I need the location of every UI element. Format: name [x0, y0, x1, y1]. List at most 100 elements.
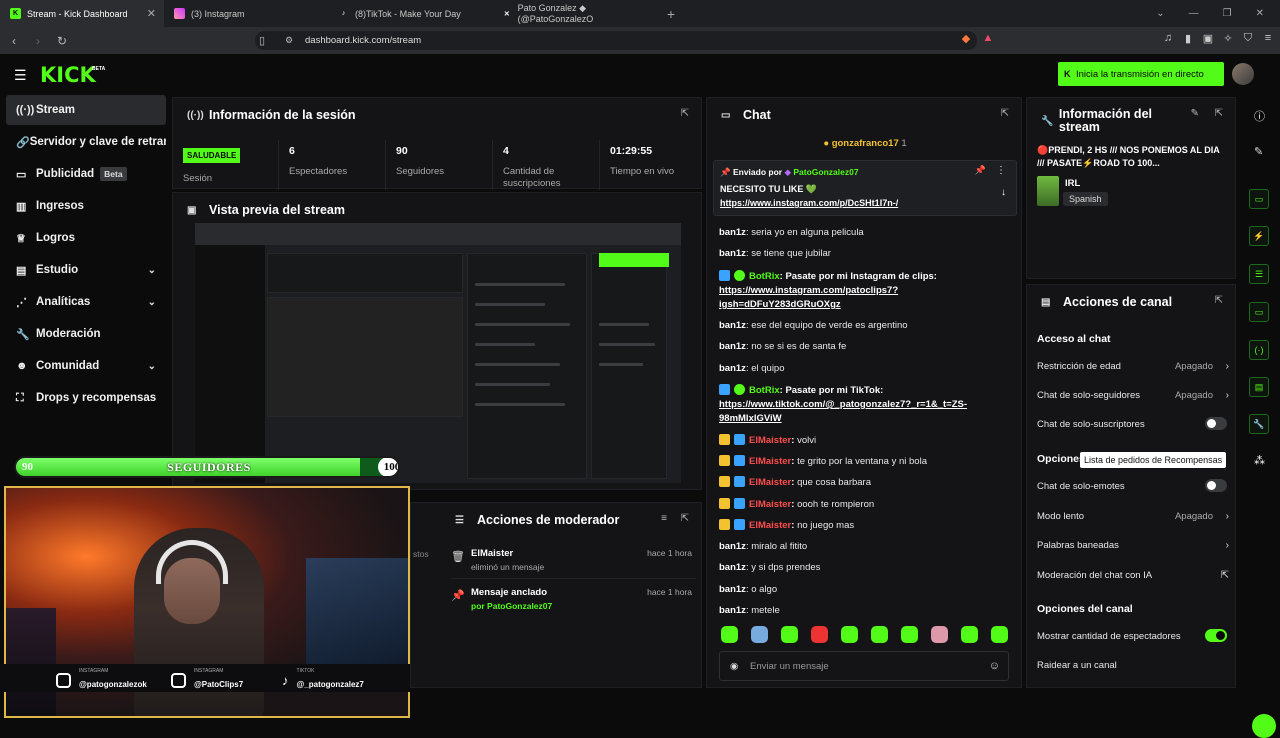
hamburger-menu-icon[interactable]: ☰: [14, 67, 27, 84]
chat-username[interactable]: ElMaister: [749, 499, 791, 510]
pinned-link[interactable]: https://www.instagram.com/p/DcSHt1I7n-/: [720, 198, 898, 208]
music-icon[interactable]: ♫: [1160, 32, 1176, 48]
chat-icon[interactable]: ▭: [1249, 302, 1269, 322]
restore-icon[interactable]: ❐: [1223, 8, 1232, 19]
browser-tab-x[interactable]: ✕ Pato Gonzalez ◆ (@PatoGonzalezO: [492, 0, 656, 27]
browser-tab-tiktok[interactable]: ♪ (8)TikTok - Make Your Day: [328, 0, 492, 27]
edit-icon[interactable]: ✎: [1254, 145, 1263, 158]
show-viewer-count-toggle[interactable]: [1205, 629, 1227, 642]
expand-pin-icon[interactable]: ↓: [1001, 187, 1006, 198]
reload-icon[interactable]: ↻: [52, 34, 72, 48]
chat-username[interactable]: ElMaister: [749, 435, 791, 446]
chat-link[interactable]: https://www.tiktok.com/@_patogonzalez7?_…: [719, 399, 967, 410]
sidebar-item-community[interactable]: ☻ Comunidad ⌄: [6, 351, 166, 381]
more-options-icon[interactable]: ⋮: [996, 165, 1006, 176]
close-window-icon[interactable]: ✕: [1256, 8, 1264, 19]
help-button[interactable]: [1252, 714, 1276, 738]
expand-icon[interactable]: ⇱: [1215, 108, 1223, 119]
emote-icon[interactable]: [751, 626, 768, 643]
minimize-icon[interactable]: —: [1189, 8, 1199, 19]
raid-channel-row[interactable]: Raidear a un canal: [1037, 660, 1227, 671]
chat-username[interactable]: ban1z: [719, 562, 746, 573]
broadcast-icon[interactable]: (·): [1249, 340, 1269, 360]
list-icon[interactable]: ☰: [1249, 264, 1269, 284]
stream-preview-video[interactable]: [195, 223, 681, 483]
chat-link[interactable]: 98mMlxlGViW: [719, 413, 782, 424]
go-live-button[interactable]: K Inicia la transmisión en directo: [1058, 62, 1224, 86]
emote-icon[interactable]: [811, 626, 828, 643]
sidebar-item-drops[interactable]: ⛶ Drops y recompensas: [6, 383, 166, 413]
channel-icon[interactable]: ▤: [1249, 377, 1269, 397]
sidebar-item-studio[interactable]: ▤ Estudio ⌄: [6, 255, 166, 285]
wallet-icon[interactable]: ▣: [1200, 32, 1216, 48]
user-avatar[interactable]: [1232, 63, 1254, 85]
sidebar-item-stream[interactable]: ((·)) Stream: [6, 95, 166, 125]
site-info-icon[interactable]: ⚙: [285, 35, 293, 46]
leo-ai-icon[interactable]: ✧: [1220, 32, 1236, 48]
mod-action-item[interactable]: 🗑 ElMaister eliminó un mensaje hace 1 ho…: [451, 547, 696, 579]
forward-icon[interactable]: ›: [28, 34, 48, 48]
chat-username[interactable]: ban1z: [719, 227, 746, 238]
emote-icon[interactable]: [931, 626, 948, 643]
lightning-icon[interactable]: ⚡: [1249, 226, 1269, 246]
vpn-icon[interactable]: ⛉: [1240, 32, 1256, 48]
chat-username[interactable]: ban1z: [719, 541, 746, 552]
chat-link[interactable]: igsh=dDFuY283dGRuOXgz: [719, 299, 841, 310]
close-tab-icon[interactable]: ✕: [147, 7, 156, 20]
emoji-icon[interactable]: ☺: [989, 660, 1000, 672]
followers-only-row[interactable]: Chat de solo-seguidores Apagado ›: [1037, 390, 1229, 401]
expand-icon[interactable]: ⇱: [1001, 108, 1009, 119]
edit-icon[interactable]: ✎: [1191, 108, 1199, 119]
emote-icon[interactable]: [991, 626, 1008, 643]
emote-icon[interactable]: [961, 626, 978, 643]
chat-username[interactable]: BotRix: [749, 385, 780, 396]
url-field[interactable]: ▯ ⚙ dashboard.kick.com/stream: [255, 31, 977, 50]
subscribers-only-toggle[interactable]: [1205, 417, 1227, 430]
card-icon[interactable]: ▭: [1249, 189, 1269, 209]
chat-username[interactable]: ElMaister: [749, 520, 791, 531]
sidebar-item-ads[interactable]: ▭ Publicidad Beta: [6, 159, 166, 189]
emotes-only-toggle[interactable]: [1205, 479, 1227, 492]
pinned-message[interactable]: 📌 Enviado por ◆ PatoGonzalez07 📌 ⋮ ↓ NEC…: [713, 160, 1017, 216]
chat-username[interactable]: ban1z: [719, 248, 746, 259]
emote-icon[interactable]: [781, 626, 798, 643]
chat-settings-icon[interactable]: ◉: [730, 661, 738, 672]
brave-shield-icon[interactable]: ◆: [958, 32, 974, 48]
ai-moderation-row[interactable]: Moderación del chat con IA ⇱: [1037, 570, 1229, 581]
expand-icon[interactable]: ⇱: [681, 108, 689, 119]
chat-username[interactable]: ElMaister: [749, 456, 791, 467]
kick-logo[interactable]: KICK: [40, 63, 96, 87]
wrench-icon[interactable]: 🔧: [1249, 414, 1269, 434]
category-thumbnail[interactable]: [1037, 176, 1059, 206]
age-restriction-row[interactable]: Restricción de edad Apagado ›: [1037, 361, 1229, 372]
back-icon[interactable]: ‹: [4, 34, 24, 48]
slow-mode-row[interactable]: Modo lento Apagado ›: [1037, 511, 1229, 522]
filter-icon[interactable]: ≡: [661, 513, 667, 524]
menu-icon[interactable]: ≡: [1260, 32, 1276, 48]
browser-tab-kick[interactable]: K Stream - Kick Dashboard ✕: [0, 0, 164, 27]
chat-username[interactable]: BotRix: [749, 271, 780, 282]
info-icon[interactable]: ⓘ: [1254, 108, 1265, 124]
emote-icon[interactable]: [721, 626, 738, 643]
browser-tab-instagram[interactable]: (3) Instagram: [164, 0, 328, 27]
chat-username[interactable]: ElMaister: [749, 477, 791, 488]
emote-icon[interactable]: [871, 626, 888, 643]
chat-link[interactable]: https://www.instagram.com/patoclips7?: [719, 285, 898, 296]
mod-action-item[interactable]: 📌 Mensaje anclado por PatoGonzalez07 hac…: [451, 586, 696, 618]
sidebar-item-achievements[interactable]: ♕ Logros: [6, 223, 166, 253]
chat-username[interactable]: ban1z: [719, 605, 746, 616]
unpin-icon[interactable]: 📌: [975, 165, 986, 176]
category-name[interactable]: IRL: [1065, 178, 1080, 189]
chat-message-input[interactable]: ◉ Enviar un mensaje ☺: [719, 651, 1009, 681]
expand-icon[interactable]: ⇱: [681, 513, 689, 524]
emote-icon[interactable]: [841, 626, 858, 643]
emote-icon[interactable]: [901, 626, 918, 643]
rewards-icon[interactable]: ▲: [980, 32, 996, 48]
chat-username[interactable]: ban1z: [719, 584, 746, 595]
sidebar-item-moderation[interactable]: 🔧 Moderación: [6, 319, 166, 349]
sidebar-item-revenue[interactable]: ▥ Ingresos: [6, 191, 166, 221]
chat-username[interactable]: ban1z: [719, 341, 746, 352]
sidebar-item-analytics[interactable]: ⋰ Analíticas ⌄: [6, 287, 166, 317]
rewards-queue-icon[interactable]: ⁂: [1254, 454, 1265, 467]
expand-icon[interactable]: ⇱: [1215, 295, 1223, 306]
